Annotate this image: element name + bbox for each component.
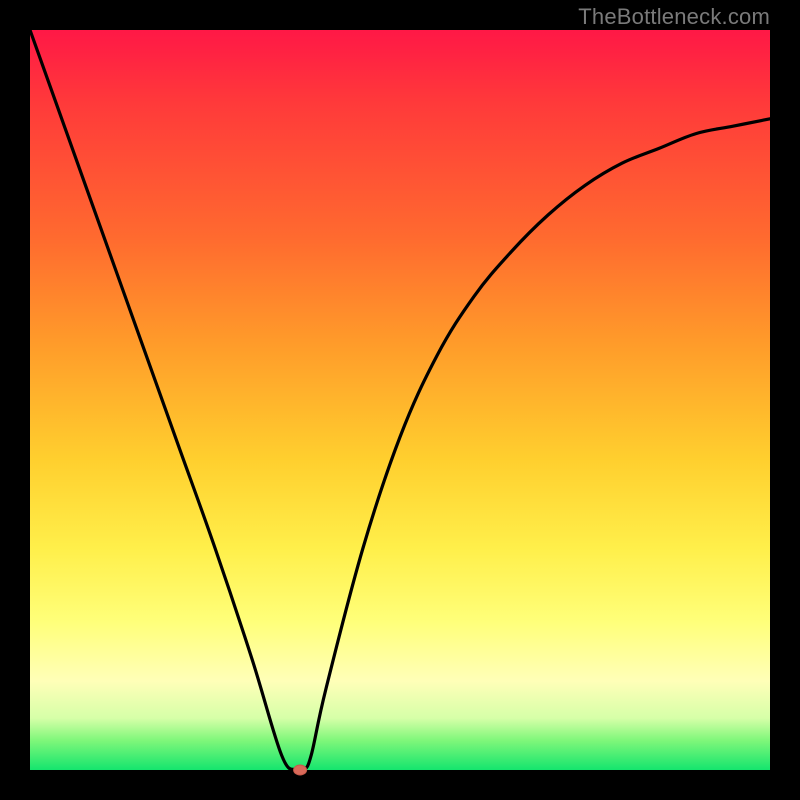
bottleneck-curve-line xyxy=(30,30,770,772)
chart-frame: TheBottleneck.com xyxy=(0,0,800,800)
watermark-text: TheBottleneck.com xyxy=(578,4,770,30)
plot-area xyxy=(30,30,770,770)
minimum-marker xyxy=(294,765,307,775)
curve-svg xyxy=(30,30,770,770)
